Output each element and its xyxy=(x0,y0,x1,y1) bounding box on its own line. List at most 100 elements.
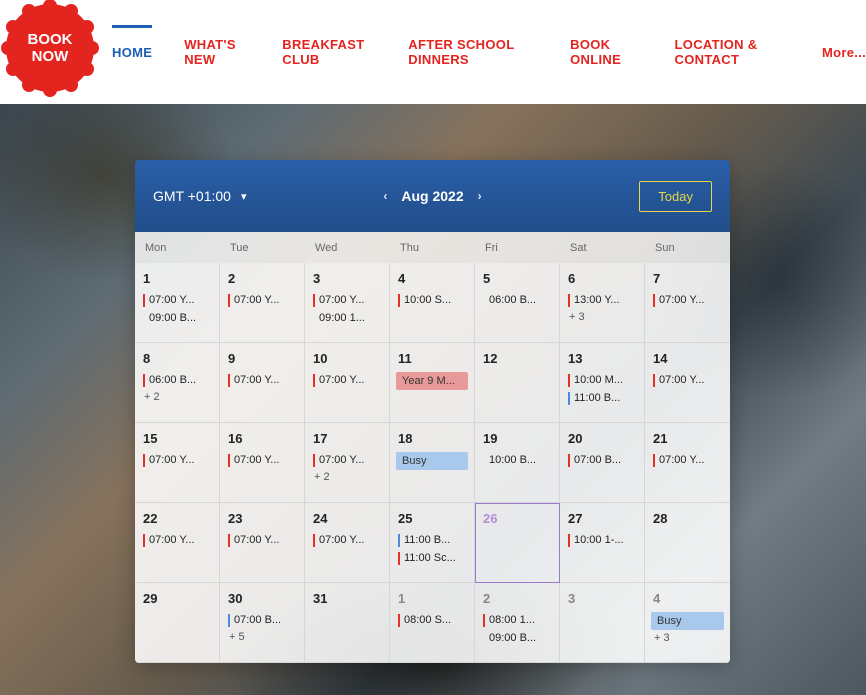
day-cell[interactable]: 22 07:00 Y... xyxy=(135,503,220,583)
calendar-grid: 107:00 Y...09:00 B...207:00 Y...307:00 Y… xyxy=(135,263,730,663)
event[interactable]: 10:00 M... xyxy=(566,372,638,389)
day-number: 17 xyxy=(313,431,383,446)
event[interactable]: 07:00 Y... xyxy=(141,532,213,549)
day-cell[interactable]: 31 xyxy=(305,583,390,663)
month-label: Aug 2022 xyxy=(401,188,463,204)
event[interactable]: 07:00 Y... xyxy=(141,292,213,309)
event[interactable]: 07:00 Y... xyxy=(651,372,724,389)
day-cell[interactable]: 3 xyxy=(560,583,645,663)
day-cell[interactable]: 2007:00 B... xyxy=(560,423,645,503)
event[interactable]: 07:00 B... xyxy=(226,612,298,629)
day-cell[interactable]: 2307:00 Y... xyxy=(220,503,305,583)
day-cell[interactable]: 26 xyxy=(475,503,560,583)
day-cell[interactable]: 4 Busy + 3 xyxy=(645,583,730,663)
day-cell[interactable]: 1007:00 Y... xyxy=(305,343,390,423)
day-number: 15 xyxy=(143,431,213,446)
day-cell[interactable]: 17 07:00 Y... + 2 xyxy=(305,423,390,503)
day-number: 22 xyxy=(143,511,213,526)
event[interactable]: 07:00 Y... xyxy=(651,292,724,309)
day-cell[interactable]: 1910:00 B... xyxy=(475,423,560,503)
event[interactable]: 10:00 B... xyxy=(481,452,553,469)
dow-thu: Thu xyxy=(390,232,475,263)
day-cell[interactable]: 2407:00 Y... xyxy=(305,503,390,583)
day-cell[interactable]: 18Busy xyxy=(390,423,475,503)
event[interactable]: 07:00 Y... xyxy=(226,532,298,549)
event[interactable]: 09:00 1... xyxy=(311,310,383,327)
day-cell[interactable]: 207:00 Y... xyxy=(220,263,305,343)
day-cell[interactable]: 7 07:00 Y... xyxy=(645,263,730,343)
day-cell[interactable]: 307:00 Y...09:00 1... xyxy=(305,263,390,343)
nav-item-location-contact[interactable]: LOCATION & CONTACT xyxy=(675,29,790,75)
event[interactable]: 06:00 B... xyxy=(141,372,213,389)
day-cell[interactable]: 15 07:00 Y... xyxy=(135,423,220,503)
day-cell[interactable]: 11Year 9 M... xyxy=(390,343,475,423)
event[interactable]: 10:00 1-... xyxy=(566,532,638,549)
prev-month-icon[interactable]: ‹ xyxy=(383,189,387,203)
event[interactable]: 07:00 Y... xyxy=(226,292,298,309)
day-number: 16 xyxy=(228,431,298,446)
day-number: 7 xyxy=(653,271,724,286)
dow-row: MonTueWedThuFriSatSun xyxy=(135,232,730,263)
day-cell[interactable]: 28 xyxy=(645,503,730,583)
event[interactable]: Busy xyxy=(651,612,724,630)
timezone-selector[interactable]: GMT +01:00 ▾ xyxy=(153,188,246,204)
event[interactable]: 07:00 Y... xyxy=(226,452,298,469)
day-cell[interactable]: 29 xyxy=(135,583,220,663)
event[interactable]: 11:00 B... xyxy=(566,390,638,407)
event[interactable]: 08:00 1... xyxy=(481,612,553,629)
more-events[interactable]: + 2 xyxy=(314,471,383,483)
event[interactable]: Year 9 M... xyxy=(396,372,468,390)
nav-item-what-s-new[interactable]: WHAT'S NEW xyxy=(184,29,250,75)
event[interactable]: 07:00 Y... xyxy=(651,452,724,469)
day-cell[interactable]: 1407:00 Y... xyxy=(645,343,730,423)
day-cell[interactable]: 2710:00 1-... xyxy=(560,503,645,583)
nav-item-book-online[interactable]: BOOK ONLINE xyxy=(570,29,642,75)
event[interactable]: 07:00 Y... xyxy=(311,292,383,309)
event[interactable]: 07:00 Y... xyxy=(226,372,298,389)
event[interactable]: 08:00 S... xyxy=(396,612,468,629)
day-cell[interactable]: 3007:00 B...+ 5 xyxy=(220,583,305,663)
day-number: 4 xyxy=(653,591,724,606)
day-cell[interactable]: 806:00 B...+ 2 xyxy=(135,343,220,423)
day-cell[interactable]: 107:00 Y...09:00 B... xyxy=(135,263,220,343)
day-cell[interactable]: 16 07:00 Y... xyxy=(220,423,305,503)
event[interactable]: 11:00 B... xyxy=(396,532,468,549)
event[interactable]: 07:00 Y... xyxy=(311,372,383,389)
day-cell[interactable]: 1310:00 M...11:00 B... xyxy=(560,343,645,423)
event[interactable]: 13:00 Y... xyxy=(566,292,638,309)
day-cell[interactable]: 410:00 S... xyxy=(390,263,475,343)
event[interactable]: 07:00 Y... xyxy=(311,532,383,549)
day-cell[interactable]: 2107:00 Y... xyxy=(645,423,730,503)
book-now-badge[interactable]: BOOK NOW xyxy=(6,4,94,92)
day-cell[interactable]: 6 13:00 Y... + 3 xyxy=(560,263,645,343)
day-cell[interactable]: 12 xyxy=(475,343,560,423)
dow-sun: Sun xyxy=(645,232,730,263)
next-month-icon[interactable]: › xyxy=(478,189,482,203)
more-events[interactable]: + 3 xyxy=(654,632,724,644)
today-button[interactable]: Today xyxy=(639,181,712,212)
more-events[interactable]: + 3 xyxy=(569,311,638,323)
event[interactable]: 09:00 B... xyxy=(141,310,213,327)
nav-item-after-school-dinners[interactable]: AFTER SCHOOL DINNERS xyxy=(408,29,538,75)
event[interactable]: 09:00 B... xyxy=(481,630,553,647)
day-cell[interactable]: 108:00 S... xyxy=(390,583,475,663)
event[interactable]: Busy xyxy=(396,452,468,470)
event[interactable]: 07:00 B... xyxy=(566,452,638,469)
day-cell[interactable]: 9 07:00 Y... xyxy=(220,343,305,423)
day-number: 9 xyxy=(228,351,298,366)
event[interactable]: 06:00 B... xyxy=(481,292,553,309)
calendar-header: GMT +01:00 ▾ ‹ Aug 2022 › Today xyxy=(135,160,730,232)
nav-more[interactable]: More... xyxy=(822,37,866,68)
event[interactable]: 07:00 Y... xyxy=(311,452,383,469)
event[interactable]: 11:00 Sc... xyxy=(396,550,468,567)
more-events[interactable]: + 5 xyxy=(229,631,298,643)
nav-item-breakfast-club[interactable]: BREAKFAST CLUB xyxy=(282,29,376,75)
day-number: 6 xyxy=(568,271,638,286)
day-cell[interactable]: 2511:00 B...11:00 Sc... xyxy=(390,503,475,583)
day-cell[interactable]: 506:00 B... xyxy=(475,263,560,343)
day-cell[interactable]: 208:00 1...09:00 B... xyxy=(475,583,560,663)
more-events[interactable]: + 2 xyxy=(144,391,213,403)
event[interactable]: 07:00 Y... xyxy=(141,452,213,469)
event[interactable]: 10:00 S... xyxy=(396,292,468,309)
nav-item-home[interactable]: HOME xyxy=(112,37,152,68)
